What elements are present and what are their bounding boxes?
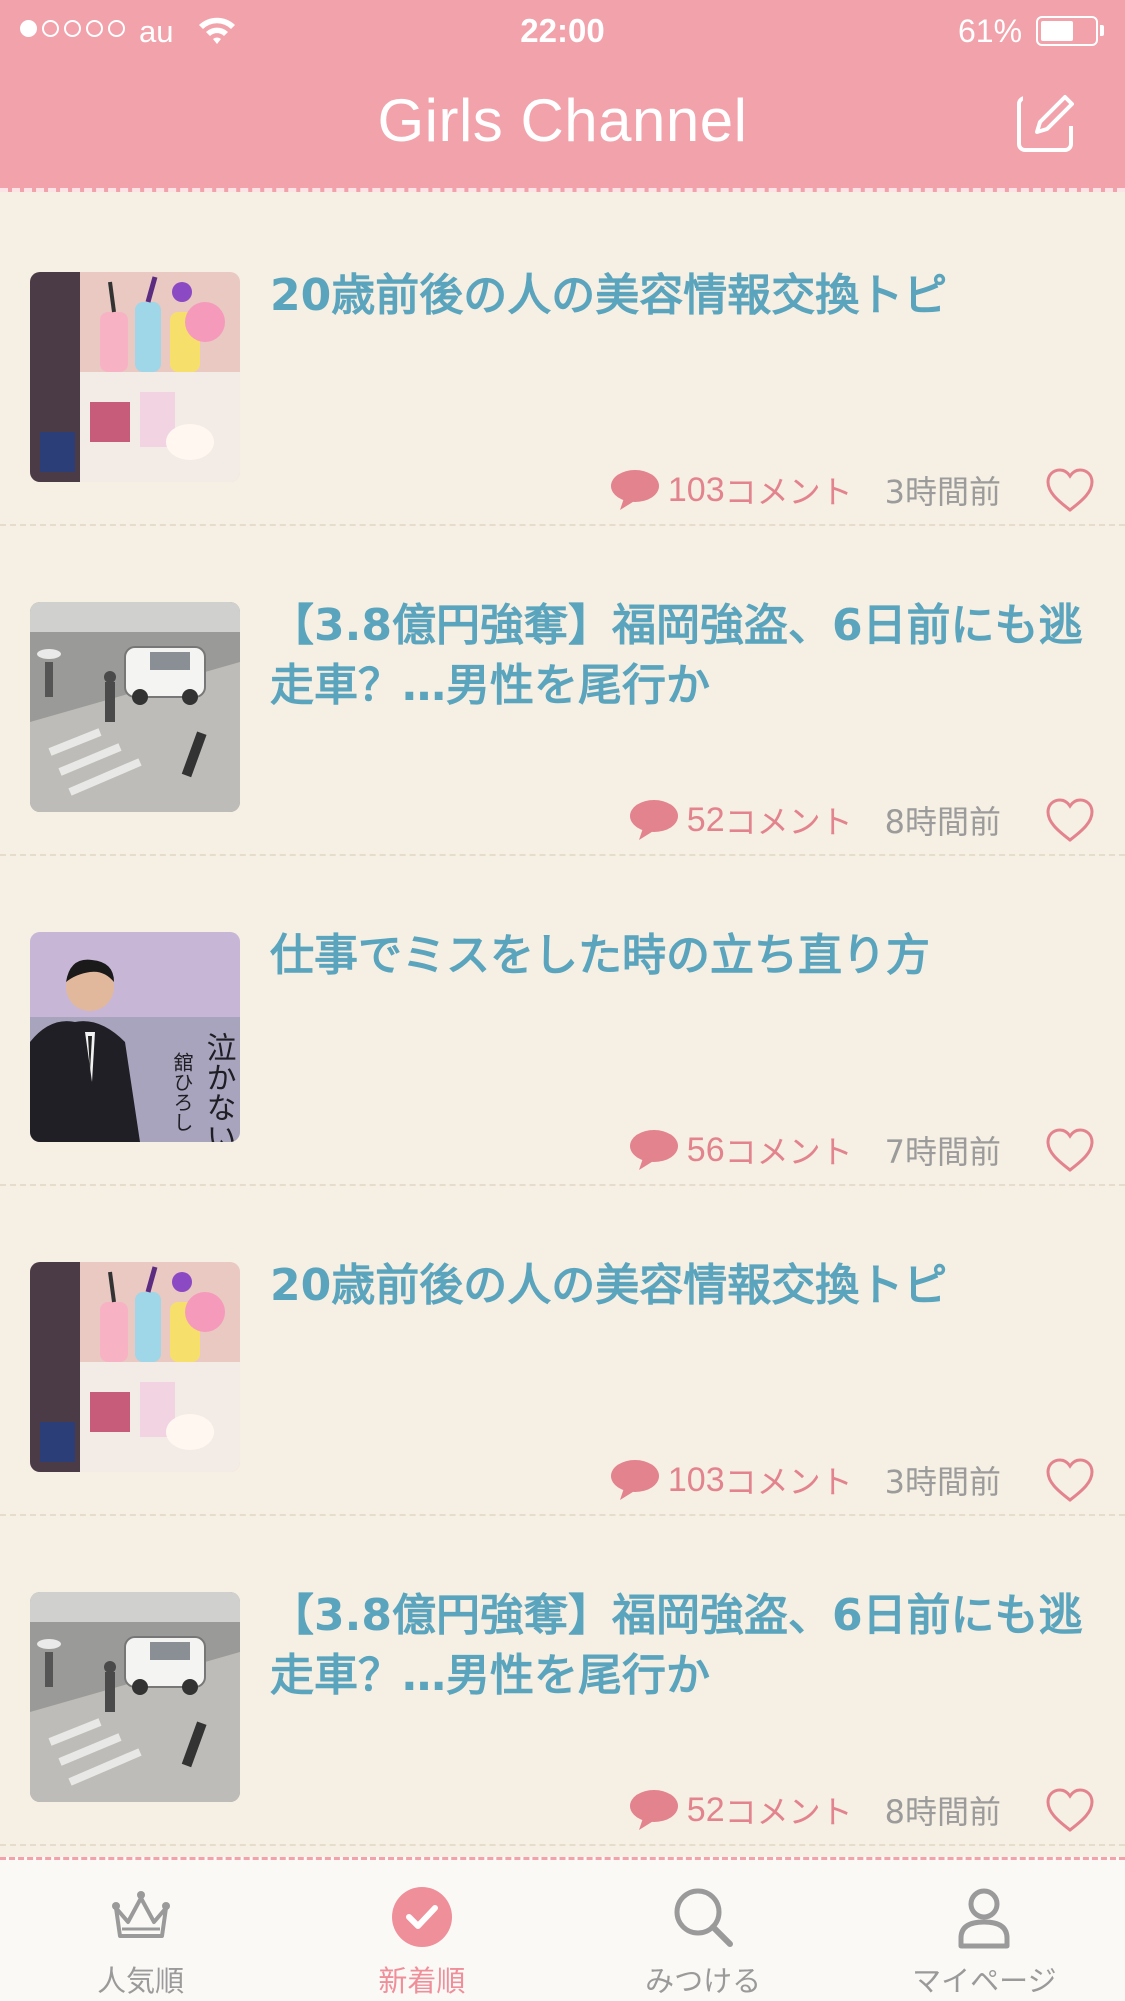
heart-icon[interactable]	[1045, 1787, 1095, 1833]
topic-thumbnail	[30, 602, 240, 812]
posted-time: 7時間前	[884, 1133, 1001, 1171]
tab-discover[interactable]: みつける	[563, 1860, 844, 2001]
person-icon	[958, 1888, 1010, 1949]
heart-icon[interactable]	[1045, 1457, 1095, 1503]
comment-count: 52	[686, 1790, 725, 1829]
battery-level	[1041, 21, 1073, 41]
comment-label: コメント	[724, 1463, 853, 1501]
topic-item[interactable]: 20歳前後の人の美容情報交換トピ 103 コメント 3時間前	[0, 196, 1125, 526]
battery-percent: 61%	[958, 13, 1023, 49]
comment-count: 103	[667, 470, 725, 509]
topic-item[interactable]: 泣かないで 舘ひろし 仕事でミスをした時の立ち直り方 56 コメント 7時間前	[0, 856, 1125, 1186]
street-camera-photo	[30, 602, 240, 812]
comment-bubble-icon	[629, 1130, 678, 1170]
crown-icon	[111, 1891, 170, 1938]
tab-label: マイページ	[912, 1964, 1057, 1998]
topic-title: 20歳前後の人の美容情報交換トピ	[270, 270, 948, 321]
nav-bar: Girls Channel	[0, 62, 1125, 192]
topic-item[interactable]: 20歳前後の人の美容情報交換トピ 103 コメント 3時間前	[0, 1186, 1125, 1516]
street-camera-photo	[30, 1592, 240, 1802]
posted-time: 3時間前	[884, 473, 1001, 511]
comment-count: 103	[667, 1460, 725, 1499]
tab-label: みつける	[645, 1964, 762, 1998]
comment-label: コメント	[724, 473, 853, 511]
topic-title: 20歳前後の人の美容情報交換トピ	[270, 1260, 948, 1311]
cosmetics-photo	[30, 272, 240, 482]
comment-bubble-icon	[629, 1790, 678, 1830]
search-icon	[674, 1888, 734, 1947]
heart-icon[interactable]	[1045, 467, 1095, 513]
comment-label: コメント	[724, 1793, 853, 1831]
topic-meta: 52 コメント 8時間前	[629, 1780, 1095, 1840]
status-bar: au 22:00 61%	[0, 0, 1125, 62]
posted-time: 3時間前	[884, 1463, 1001, 1501]
comment-count: 52	[686, 800, 725, 839]
comment-bubble-icon	[610, 1460, 659, 1500]
posted-time: 8時間前	[884, 803, 1001, 841]
topic-item[interactable]: 【3.8億円強奪】福岡強盗、6日前にも逃走車？…男性を尾行か 52 コメント 8…	[0, 526, 1125, 856]
topic-item[interactable]: 【3.8億円強奪】福岡強盗、6日前にも逃走車？…男性を尾行か 52 コメント 8…	[0, 1516, 1125, 1846]
cosmetics-photo	[30, 1262, 240, 1472]
comment-bubble-icon	[610, 470, 659, 510]
tab-bar: 人気順 新着順 みつける マイページ	[0, 1857, 1125, 2001]
comment-count: 56	[686, 1130, 725, 1169]
tab-newest[interactable]: 新着順	[281, 1860, 562, 2001]
record-artist-text: 舘ひろし	[170, 1052, 194, 1132]
status-time: 22:00	[520, 12, 605, 49]
comment-bubble-icon	[629, 800, 678, 840]
posted-time: 8時間前	[884, 1793, 1001, 1831]
comment-label: コメント	[724, 1133, 853, 1171]
topic-meta: 103 コメント 3時間前	[610, 1450, 1095, 1510]
topic-title: 仕事でミスをした時の立ち直り方	[270, 930, 930, 981]
tab-mypage[interactable]: マイページ	[844, 1860, 1125, 2001]
topic-title: 【3.8億円強奪】福岡強盗、6日前にも逃走車？…男性を尾行か	[270, 1590, 1083, 1701]
compose-icon[interactable]	[1015, 90, 1079, 154]
heart-icon[interactable]	[1045, 797, 1095, 843]
record-cover-photo: 泣かないで 舘ひろし	[30, 932, 240, 1142]
topic-meta: 103 コメント 3時間前	[610, 460, 1095, 520]
topic-meta: 56 コメント 7時間前	[629, 1120, 1095, 1180]
check-circle-icon	[391, 1887, 452, 1947]
tab-popular[interactable]: 人気順	[0, 1860, 281, 2001]
topic-thumbnail	[30, 1262, 240, 1472]
comment-label: コメント	[724, 803, 853, 841]
topic-meta: 52 コメント 8時間前	[629, 790, 1095, 850]
topic-thumbnail	[30, 272, 240, 482]
topic-thumbnail	[30, 1592, 240, 1802]
heart-icon[interactable]	[1045, 1127, 1095, 1173]
topic-list[interactable]: 20歳前後の人の美容情報交換トピ 103 コメント 3時間前 【3.8億円強奪】…	[0, 196, 1125, 1857]
tab-label: 人気順	[97, 1964, 185, 1998]
topic-title: 【3.8億円強奪】福岡強盗、6日前にも逃走車？…男性を尾行か	[270, 600, 1083, 711]
topic-thumbnail: 泣かないで 舘ひろし	[30, 932, 240, 1142]
app-title: Girls Channel	[377, 87, 748, 154]
record-title-text: 泣かないで	[201, 1032, 236, 1142]
tab-label: 新着順	[378, 1964, 466, 1998]
battery-icon	[1036, 16, 1098, 46]
